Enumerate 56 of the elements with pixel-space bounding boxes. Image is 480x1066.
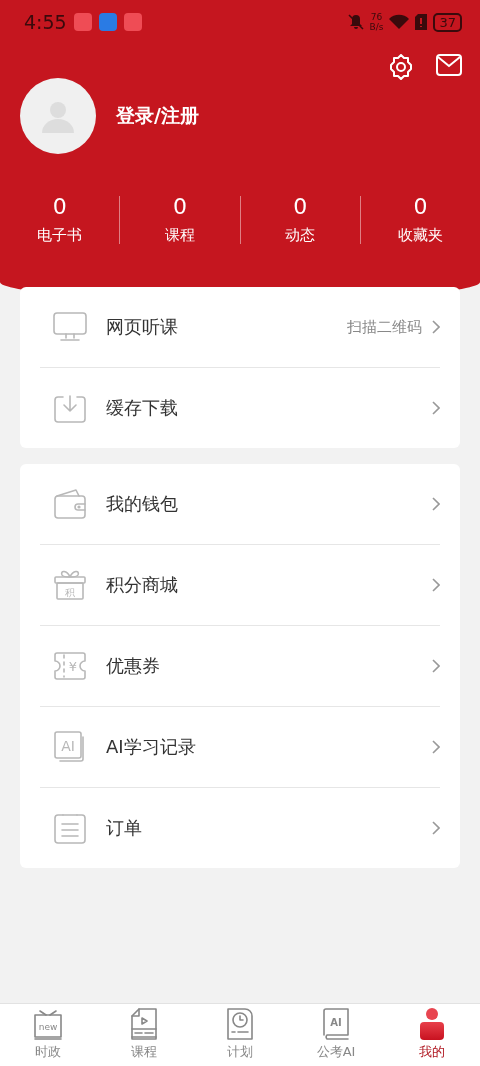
sim-alert-icon (415, 14, 428, 30)
clipboard-list-icon (54, 812, 86, 844)
stat-label[interactable]: 动态 (285, 226, 316, 245)
login-register-link[interactable]: 登录/注册 (116, 103, 199, 129)
nav-tab[interactable]: 课程 (96, 1004, 192, 1066)
app-notification-icon (123, 13, 142, 31)
status-time: 4:55 (24, 11, 67, 33)
mail-icon[interactable] (436, 54, 462, 76)
battery-level: 37 (433, 12, 462, 32)
person-icon (420, 1008, 444, 1040)
bell-muted-icon (347, 14, 364, 30)
menu-label: 订单 (106, 816, 143, 840)
chevron-right-icon (432, 578, 440, 592)
menu-label: 缓存下载 (106, 396, 179, 420)
menu-row[interactable]: 缓存下载 (40, 367, 440, 448)
stat-label[interactable]: 课程 (164, 226, 195, 245)
stat-label[interactable]: 电子书 (37, 226, 83, 245)
menu-row[interactable]: AI AI学习记录 (40, 706, 440, 787)
stat-count: 0 (172, 194, 187, 220)
stat-count: 0 (52, 194, 67, 220)
stat-count: 0 (293, 194, 308, 220)
nav-tab[interactable]: new 时政 (0, 1004, 96, 1066)
menu-label: AI学习记录 (106, 735, 197, 759)
stat-count: 0 (413, 194, 428, 220)
chevron-right-icon (432, 320, 440, 334)
menu-row[interactable]: 订单 (40, 787, 440, 868)
menu-label: 优惠券 (106, 654, 161, 678)
menu-row[interactable]: 我的钱包 (40, 464, 440, 544)
wifi-icon (389, 14, 410, 30)
menu-row[interactable]: 网页听课 扫描二维码 (40, 287, 440, 367)
video-document-icon (131, 1008, 157, 1040)
net-speed: 76 (370, 12, 383, 22)
menu-label: 网页听课 (106, 315, 179, 339)
wallet-icon (54, 489, 86, 519)
menu-row[interactable]: 积 积分商城 (40, 544, 440, 625)
menu-row[interactable]: ¥ 优惠券 (40, 625, 440, 706)
app-notification-icon (73, 13, 92, 31)
chevron-right-icon (432, 821, 440, 835)
monitor-icon (53, 312, 87, 342)
clock-document-icon (227, 1008, 253, 1040)
nav-tab[interactable]: 计划 (192, 1004, 288, 1066)
menu-label: 积分商城 (106, 573, 179, 597)
chevron-right-icon (432, 401, 440, 415)
nav-tab[interactable]: AI 公考AI (288, 1004, 384, 1066)
chevron-right-icon (432, 740, 440, 754)
menu-hint: 扫描二维码 (347, 317, 422, 337)
stat-label[interactable]: 收藏夹 (397, 226, 443, 245)
download-tray-icon (54, 393, 86, 423)
chevron-right-icon (432, 497, 440, 511)
menu-label: 我的钱包 (106, 492, 179, 516)
nav-tab[interactable]: 我的 (384, 1004, 480, 1066)
chevron-right-icon (432, 659, 440, 673)
net-speed-unit: B/s (369, 22, 384, 32)
weather-app-icon (98, 13, 117, 31)
settings-icon[interactable] (388, 54, 414, 80)
coupon-icon: ¥ (54, 650, 86, 682)
